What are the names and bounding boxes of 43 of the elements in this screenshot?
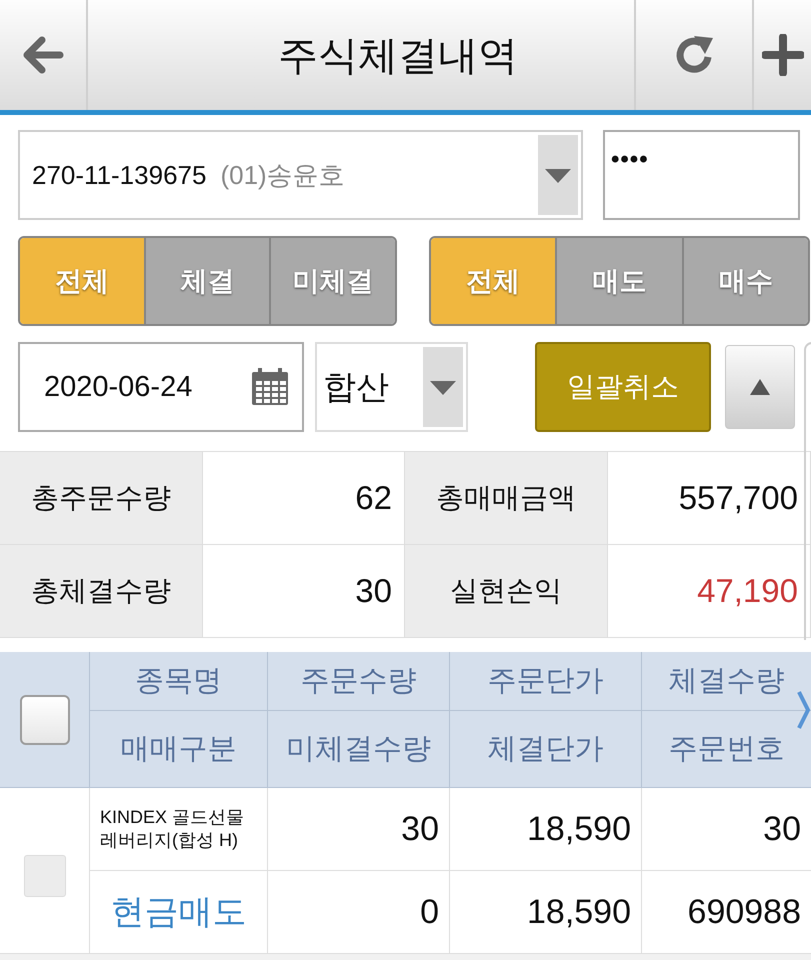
column-header: 주문수량 [268,652,450,711]
summary-value: 62 [203,452,405,545]
filter-tab[interactable]: 매도 [555,238,682,324]
column-header: 체결단가 [450,711,642,787]
date-field[interactable]: 2020-06-24 [18,342,304,432]
trade-type: 현금매도 [90,871,268,953]
table-cell: 18,590 [450,788,642,871]
summary-label: 총체결수량 [0,545,203,638]
filter-tab[interactable]: 전체 [431,238,556,324]
summary-label: 총매매금액 [405,452,608,545]
summary-label: 총주문수량 [0,452,203,545]
table-cell: 30 [642,788,811,871]
mode-select[interactable]: 합산 [315,342,468,432]
plus-icon [762,34,804,76]
column-header: 주문단가 [450,652,642,711]
column-header: 주문번호 [668,732,786,767]
summary-label: 실현손익 [405,545,608,638]
calendar-icon [250,367,290,407]
scroll-top-button[interactable] [725,345,795,429]
window-title: 주식체결내역 [278,32,518,80]
triangle-up-icon [750,379,770,395]
caret-down-icon [423,347,463,427]
filter-tab[interactable]: 미체결 [269,238,395,324]
stock-name: KINDEX 골드선물 레버리지(합성 H) [90,788,268,871]
table-cell: 30 [268,788,450,871]
table-cell: 0 [268,871,450,953]
summary-value: 47,190 [608,545,811,638]
filter-tab[interactable]: 체결 [144,238,270,324]
caret-down-icon [538,135,578,215]
column-header: 미체결수량 [268,711,450,787]
summary-value: 557,700 [608,452,811,545]
password-field[interactable]: •••• [603,130,800,220]
checkbox[interactable] [20,694,70,744]
filter-tab[interactable]: 전체 [20,238,144,324]
table-cell-text: 690988 [686,892,802,932]
column-header: 종목명 [90,652,268,711]
column-header: 매매구분 [90,711,268,787]
cancel-all-button[interactable]: 일괄취소 [535,342,711,432]
table-cell: 18,590 [450,871,642,953]
column-header: 체결수량 [642,652,811,711]
account-select[interactable]: 270-11-139675 (01)송윤호 [18,130,583,220]
filter-tab[interactable]: 매수 [682,238,808,324]
summary-value: 30 [203,545,405,638]
